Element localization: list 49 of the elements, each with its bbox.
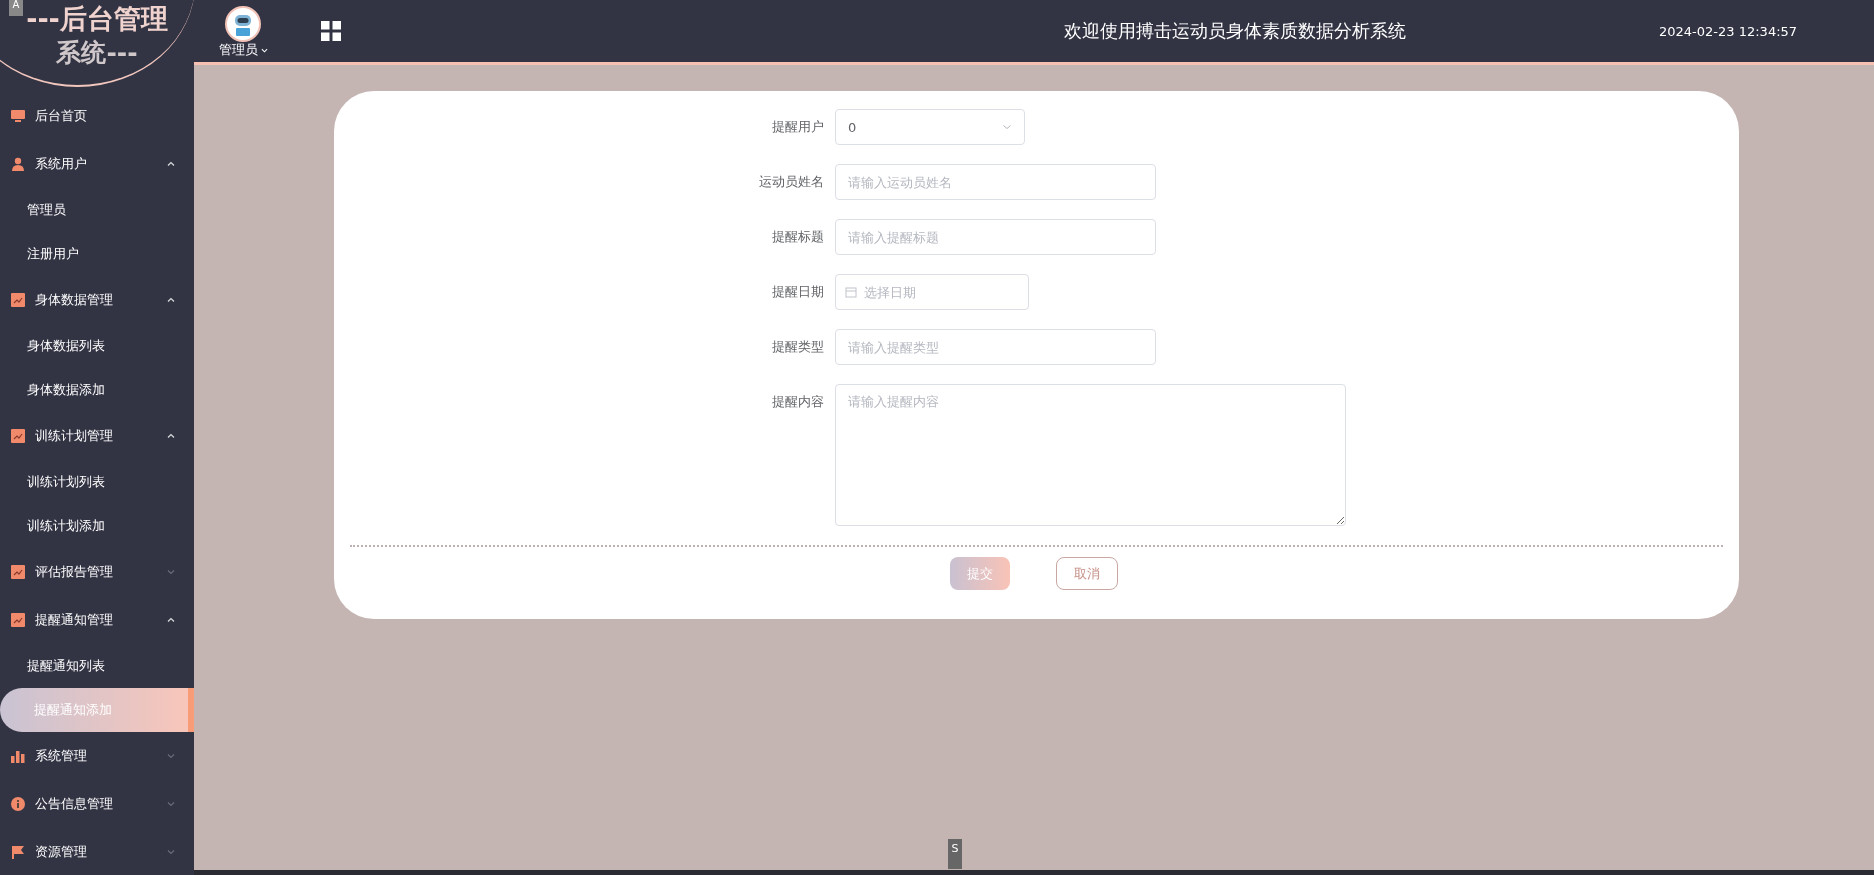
chart-icon: [11, 565, 25, 579]
clock-time: 2024-02-23 12:34:57: [1659, 23, 1799, 39]
input-field[interactable]: 请输入提醒类型: [835, 329, 1156, 365]
field-label: 提醒标题: [771, 228, 825, 246]
submenu-item[interactable]: 管理员: [0, 188, 194, 232]
logo-title: ---后台管理: [26, 2, 168, 36]
menu-item[interactable]: 资源管理: [0, 828, 194, 875]
input-field[interactable]: 请输入运动员姓名: [835, 164, 1156, 200]
page-title: 欢迎使用搏击运动员身体素质数据分析系统: [1063, 19, 1407, 43]
chevron-down-icon: [1002, 122, 1012, 132]
field-label: 提醒日期: [771, 283, 825, 301]
corner-tab[interactable]: S: [948, 839, 962, 869]
menu-item[interactable]: 身体数据管理: [0, 276, 194, 324]
menu-item[interactable]: 公告信息管理: [0, 780, 194, 828]
menu-item[interactable]: 提醒通知管理: [0, 596, 194, 644]
flag-icon: [11, 845, 25, 859]
submenu-item[interactable]: 注册用户: [0, 232, 194, 276]
bar-chart-icon: [11, 749, 25, 763]
logo-title: 系统---: [56, 37, 138, 69]
submenu-item[interactable]: 身体数据列表: [0, 324, 194, 368]
chart-icon: [11, 613, 25, 627]
monitor-icon: [11, 109, 25, 123]
calendar-icon: [845, 286, 857, 298]
date-field[interactable]: 选择日期: [835, 274, 1029, 310]
submenu-item[interactable]: 训练计划列表: [0, 460, 194, 504]
user-icon: [11, 157, 25, 171]
submenu-item[interactable]: 训练计划添加: [0, 504, 194, 548]
submenu-item[interactable]: 提醒通知列表: [0, 644, 194, 688]
chart-icon: [11, 293, 25, 307]
field-label: 提醒类型: [771, 338, 825, 356]
field-label: 提醒用户: [771, 118, 825, 136]
menu-item[interactable]: 后台首页: [0, 92, 194, 140]
field-label: 提醒内容: [771, 393, 825, 411]
textarea-field[interactable]: 请输入提醒内容: [835, 384, 1346, 526]
user-menu[interactable]: 管理员: [218, 41, 268, 57]
input-field[interactable]: 请输入提醒标题: [835, 219, 1156, 255]
field-label: 运动员姓名: [758, 173, 825, 191]
corner-tab[interactable]: A: [9, 0, 23, 16]
menu-item[interactable]: 系统用户: [0, 140, 194, 188]
caret-icon: [260, 46, 268, 54]
info-icon: [11, 797, 25, 811]
select-field[interactable]: 0: [835, 109, 1025, 145]
menu-item[interactable]: 系统管理: [0, 732, 194, 780]
menu-item[interactable]: 评估报告管理: [0, 548, 194, 596]
robot-avatar-icon[interactable]: [225, 5, 261, 42]
chart-icon: [11, 429, 25, 443]
menu-item[interactable]: 训练计划管理: [0, 412, 194, 460]
submenu-item[interactable]: 身体数据添加: [0, 368, 194, 412]
grid-menu-icon[interactable]: [321, 21, 341, 41]
